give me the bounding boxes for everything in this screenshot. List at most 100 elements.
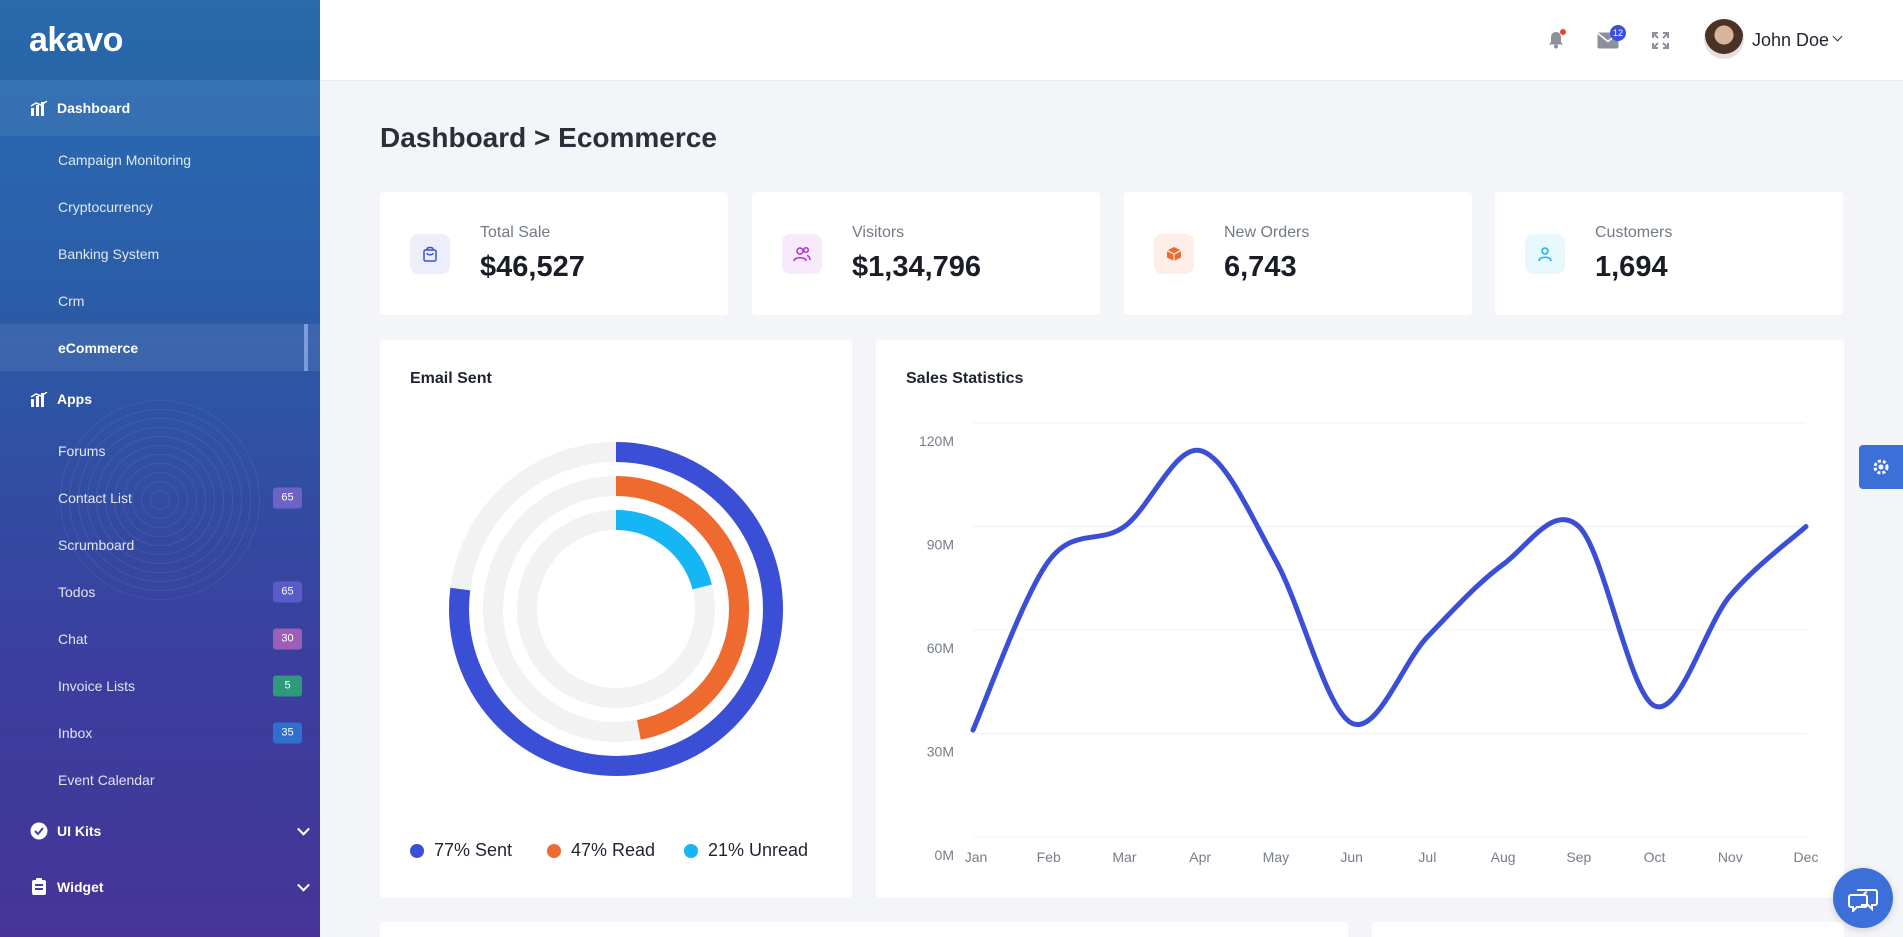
chart-bars-icon — [29, 100, 48, 116]
sidebar-item-label: Contact List — [58, 489, 132, 506]
x-tick-label: Feb — [1037, 849, 1061, 865]
help-chat-button[interactable] — [1833, 868, 1893, 928]
stat-card-visitors: Visitors $1,34,796 — [752, 192, 1100, 315]
check-circle-icon — [29, 822, 48, 840]
stat-card-total-sale: Total Sale $46,527 — [380, 192, 728, 315]
x-tick-label: Jun — [1340, 849, 1363, 865]
mail-count-badge: 12 — [1610, 25, 1626, 41]
user-avatar[interactable] — [1704, 19, 1744, 59]
bottom-card-right — [1372, 922, 1844, 937]
widget-icon — [29, 878, 48, 895]
notification-bell-icon[interactable] — [1544, 28, 1568, 52]
legend-item-read[interactable]: 47% Read — [547, 840, 655, 861]
stat-label: Visitors — [852, 224, 905, 241]
x-tick-label: Jul — [1418, 849, 1436, 865]
sales-series-line[interactable] — [970, 448, 1809, 733]
count-badge: 30 — [273, 628, 302, 649]
x-tick-label: Dec — [1794, 849, 1819, 865]
sidebar-group-widget[interactable]: Widget — [0, 859, 320, 915]
sidebar-group-label: UI Kits — [57, 823, 102, 839]
sidebar-item-crm[interactable]: Crm — [0, 277, 320, 324]
stat-label: Customers — [1595, 224, 1673, 241]
sidebar-item-forums[interactable]: Forums — [0, 427, 320, 474]
sidebar-item-label: Forums — [58, 442, 106, 459]
x-tick-label: Nov — [1718, 849, 1743, 865]
box-icon — [1154, 234, 1194, 274]
count-badge: 35 — [273, 722, 302, 743]
stat-value: 6,743 — [1224, 251, 1297, 283]
x-tick-label: Jan — [965, 849, 988, 865]
x-tick-label: Aug — [1491, 849, 1516, 865]
user-icon — [1525, 234, 1565, 274]
stat-label: New Orders — [1224, 224, 1310, 241]
sidebar-item-campaign-monitoring[interactable]: Campaign Monitoring — [0, 136, 320, 183]
radial-chart — [449, 442, 783, 776]
shopping-bag-icon — [410, 234, 450, 274]
count-badge: 65 — [273, 581, 302, 602]
y-tick-label: 90M — [927, 537, 954, 553]
sidebar-item-contact-list[interactable]: Contact List 65 — [0, 474, 320, 521]
sidebar-item-scrumboard[interactable]: Scrumboard — [0, 521, 320, 568]
count-badge: 65 — [273, 487, 302, 508]
notification-dot — [1560, 29, 1566, 35]
legend-dot — [410, 843, 424, 858]
chevron-down-icon — [297, 878, 310, 892]
sidebar-group-label: Apps — [57, 391, 92, 407]
bottom-card-left — [380, 922, 1348, 937]
count-badge: 5 — [273, 675, 302, 696]
chevron-down-icon[interactable] — [1832, 31, 1843, 42]
legend-label: 47% Read — [571, 840, 656, 860]
sidebar-item-event-calendar[interactable]: Event Calendar — [0, 756, 320, 803]
sidebar-item-todos[interactable]: Todos 65 — [0, 568, 320, 615]
sidebar-item-chat[interactable]: Chat 30 — [0, 615, 320, 662]
app-logo[interactable]: akavo — [0, 0, 320, 80]
sidebar-item-inbox[interactable]: Inbox 35 — [0, 709, 320, 756]
y-tick-label: 120M — [919, 433, 954, 449]
fullscreen-icon[interactable] — [1648, 28, 1672, 52]
settings-gear-button[interactable] — [1859, 445, 1903, 489]
legend-label: 77% Sent — [434, 840, 513, 860]
x-tick-label: Mar — [1112, 849, 1136, 865]
card-title: Email Sent — [410, 370, 492, 387]
page-title: Dashboard > Ecommerce — [380, 122, 717, 153]
stat-value: $46,527 — [480, 251, 585, 283]
legend-dot — [684, 843, 698, 858]
sidebar-group-dashboard[interactable]: Dashboard — [0, 80, 320, 136]
y-tick-label: 60M — [927, 640, 954, 656]
sidebar-item-banking-system[interactable]: Banking System — [0, 230, 320, 277]
sidebar-item-label: Chat — [58, 630, 88, 647]
stat-value: $1,34,796 — [852, 251, 982, 283]
sidebar-group-ui-kits[interactable]: UI Kits — [0, 803, 320, 859]
legend-item-sent[interactable]: 77% Sent — [410, 840, 512, 861]
sidebar-item-cryptocurrency[interactable]: Cryptocurrency — [0, 183, 320, 230]
users-icon — [782, 234, 822, 274]
sidebar-group-apps[interactable]: Apps — [0, 371, 320, 427]
x-tick-label: May — [1263, 849, 1289, 865]
x-tick-label: Sep — [1566, 849, 1591, 865]
mail-icon[interactable]: 12 — [1596, 25, 1626, 52]
user-name[interactable]: John Doe — [1752, 30, 1829, 51]
stat-card-customers: Customers 1,694 — [1495, 192, 1843, 315]
top-header: 12 John Doe — [320, 0, 1903, 81]
sidebar-item-label: Event Calendar — [58, 771, 155, 788]
sidebar-group-label: Dashboard — [57, 100, 131, 116]
sidebar-item-label: Todos — [58, 583, 96, 600]
sidebar-group-label: Widget — [57, 879, 104, 895]
sidebar-item-label: Scrumboard — [58, 536, 135, 553]
legend-dot — [547, 843, 561, 858]
legend-label: 21% Unread — [708, 840, 809, 860]
chevron-down-icon — [297, 822, 310, 836]
sidebar-item-label: Invoice Lists — [58, 677, 136, 694]
stat-card-new-orders: New Orders 6,743 — [1124, 192, 1472, 315]
email-sent-card: Email Sent 77% Sent 47% Read 21% Unread — [380, 340, 852, 898]
chart-bars-icon — [29, 391, 48, 407]
sales-statistics-card: Sales Statistics 0M 30M 60M 90M 120M Jan Feb Ma… — [876, 340, 1844, 898]
chat-help-icon — [1848, 889, 1878, 912]
y-tick-label: 0M — [935, 847, 954, 863]
sidebar-item-label: Inbox — [58, 724, 93, 741]
sidebar-item-ecommerce[interactable]: eCommerce — [0, 324, 320, 371]
sidebar-item-invoice-lists[interactable]: Invoice Lists 5 — [0, 662, 320, 709]
x-tick-label: Apr — [1189, 849, 1211, 865]
legend-item-unread[interactable]: 21% Unread — [684, 840, 808, 861]
y-tick-label: 30M — [927, 744, 954, 760]
